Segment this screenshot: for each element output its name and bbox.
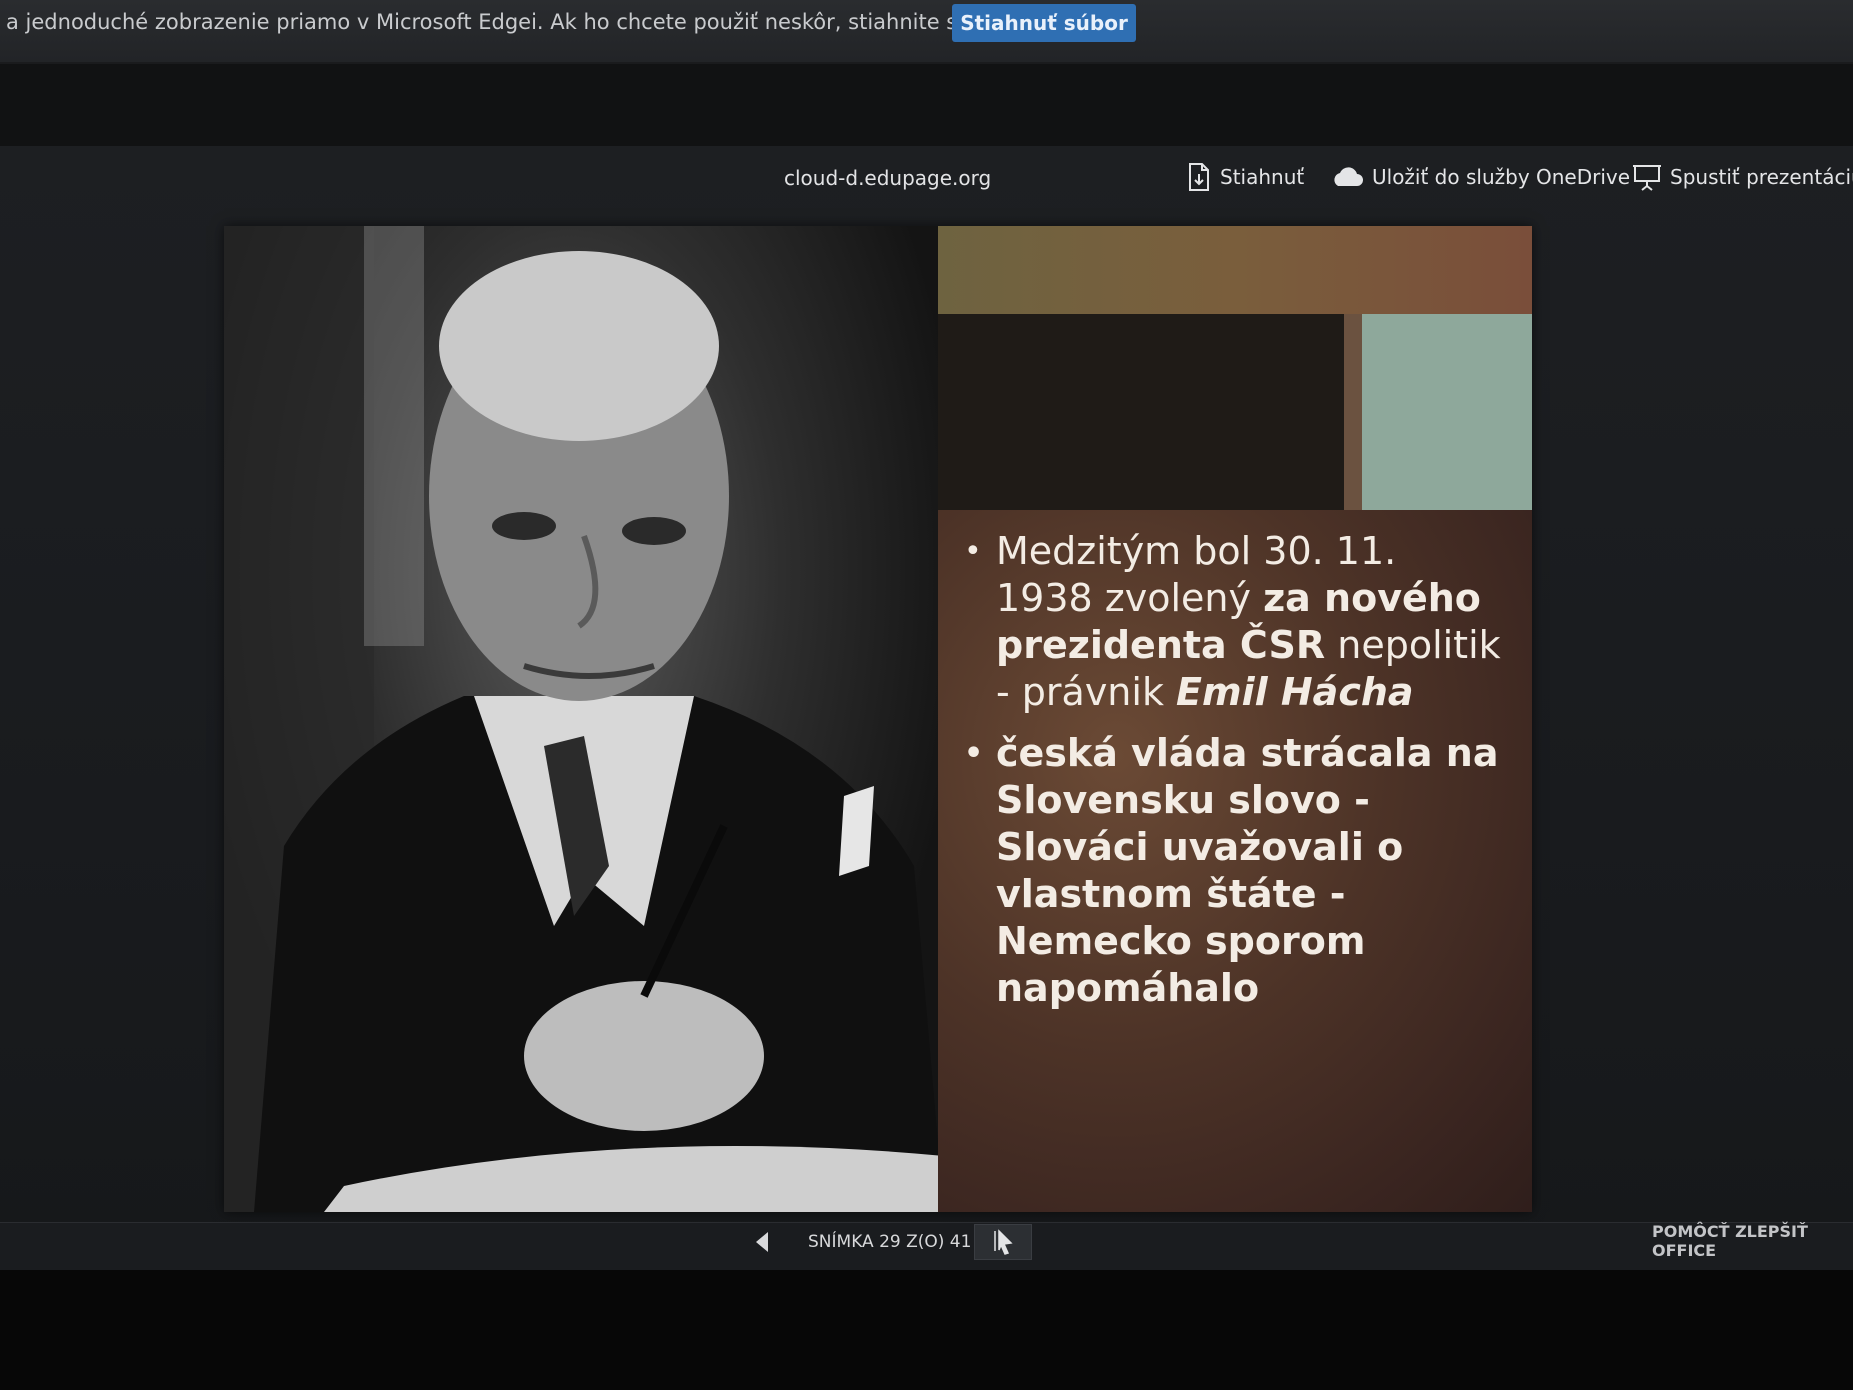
document-source-title: cloud-d.edupage.org bbox=[784, 166, 992, 190]
presentation-slide: • Medzitým bol 30. 11. 1938 zvolený za n… bbox=[224, 226, 1532, 1212]
bullet-item-2: • česká vláda strácala na Slovensku slov… bbox=[964, 730, 1504, 1012]
cursor-icon bbox=[975, 1229, 1031, 1263]
presentation-icon bbox=[1632, 162, 1662, 192]
download-icon bbox=[1184, 162, 1212, 192]
start-presentation-button[interactable]: Spustiť prezentáciu bbox=[1632, 160, 1853, 194]
slide-top-accent bbox=[938, 226, 1532, 314]
top-dark-band bbox=[0, 64, 1853, 146]
slide-counter: SNÍMKA 29 Z(O) 41 bbox=[808, 1232, 972, 1252]
help-improve-office-link[interactable]: POMÔCŤ ZLEPŠIŤ OFFICE bbox=[1652, 1222, 1853, 1260]
download-label: Stiahnuť bbox=[1220, 165, 1305, 189]
slide-block-gap bbox=[1344, 314, 1362, 510]
slide-mint-block bbox=[1362, 314, 1532, 510]
bullet-marker: • bbox=[964, 534, 982, 569]
start-presentation-label: Spustiť prezentáciu bbox=[1670, 165, 1853, 189]
next-slide-button[interactable] bbox=[974, 1224, 1032, 1260]
save-to-onedrive-button[interactable]: Uložiť do služby OneDrive bbox=[1330, 160, 1630, 194]
portrait-photo bbox=[224, 226, 944, 1212]
monitor-bezel bbox=[0, 1270, 1853, 1390]
bullet-item-1: • Medzitým bol 30. 11. 1938 zvolený za n… bbox=[964, 528, 1504, 716]
chevron-left-icon[interactable] bbox=[756, 1232, 768, 1252]
slide-bullet-list: • Medzitým bol 30. 11. 1938 zvolený za n… bbox=[964, 528, 1504, 1026]
bullet2-text: česká vláda strácala na Slovensku slovo … bbox=[996, 731, 1499, 1010]
bullet1-name: Emil Hácha bbox=[1176, 670, 1414, 714]
cloud-icon bbox=[1330, 166, 1364, 188]
download-button[interactable]: Stiahnuť bbox=[1184, 160, 1304, 194]
download-file-button[interactable]: Stiahnuť súbor bbox=[952, 4, 1136, 42]
slide-dark-block bbox=[938, 314, 1344, 510]
save-onedrive-label: Uložiť do služby OneDrive bbox=[1372, 165, 1631, 189]
info-bar-message: a jednoduché zobrazenie priamo v Microso… bbox=[6, 10, 1003, 34]
edge-info-bar: a jednoduché zobrazenie priamo v Microso… bbox=[0, 0, 1853, 64]
bullet-marker: • bbox=[964, 736, 984, 771]
